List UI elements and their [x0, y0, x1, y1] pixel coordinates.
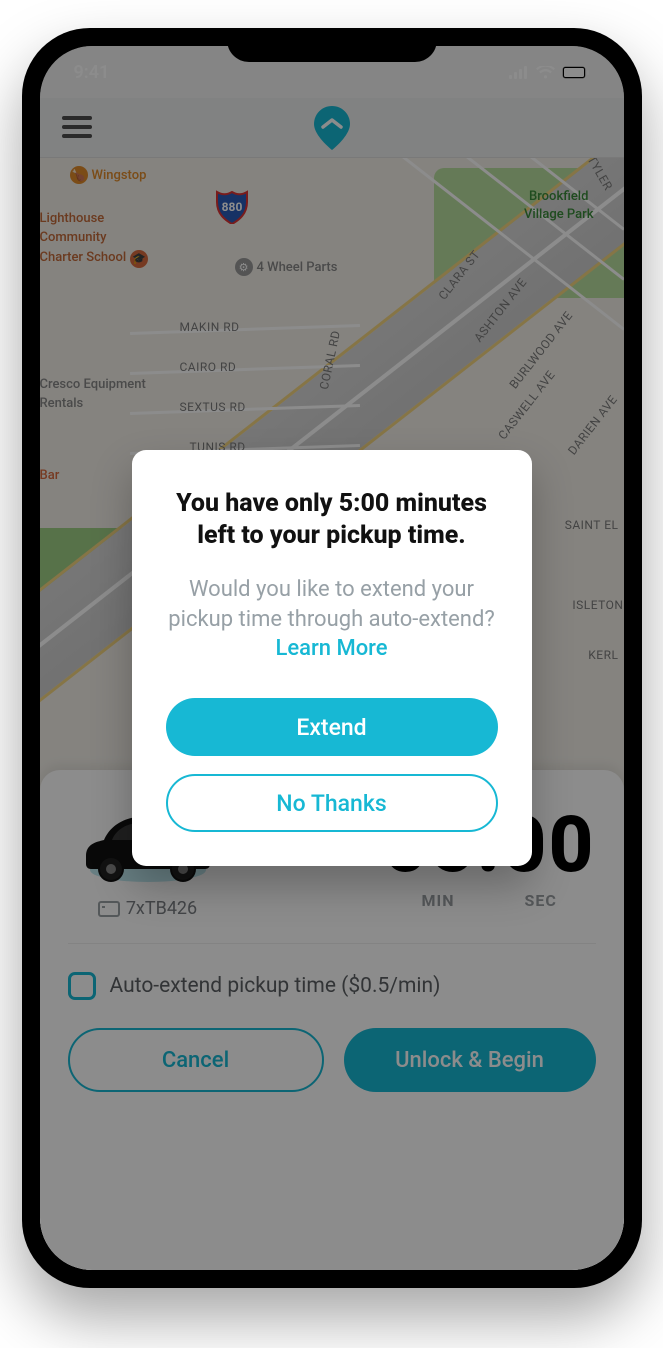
- no-thanks-button[interactable]: No Thanks: [166, 774, 498, 832]
- modal-overlay[interactable]: You have only 5:00 minutes left to your …: [40, 46, 624, 1270]
- modal-body: Would you like to extend your pickup tim…: [166, 575, 498, 664]
- screen: 9:41: [40, 46, 624, 1270]
- extend-modal: You have only 5:00 minutes left to your …: [132, 450, 532, 866]
- extend-button[interactable]: Extend: [166, 698, 498, 756]
- modal-title: You have only 5:00 minutes left to your …: [166, 488, 498, 553]
- phone-frame: 9:41: [22, 28, 642, 1288]
- learn-more-link[interactable]: Learn More: [275, 636, 387, 661]
